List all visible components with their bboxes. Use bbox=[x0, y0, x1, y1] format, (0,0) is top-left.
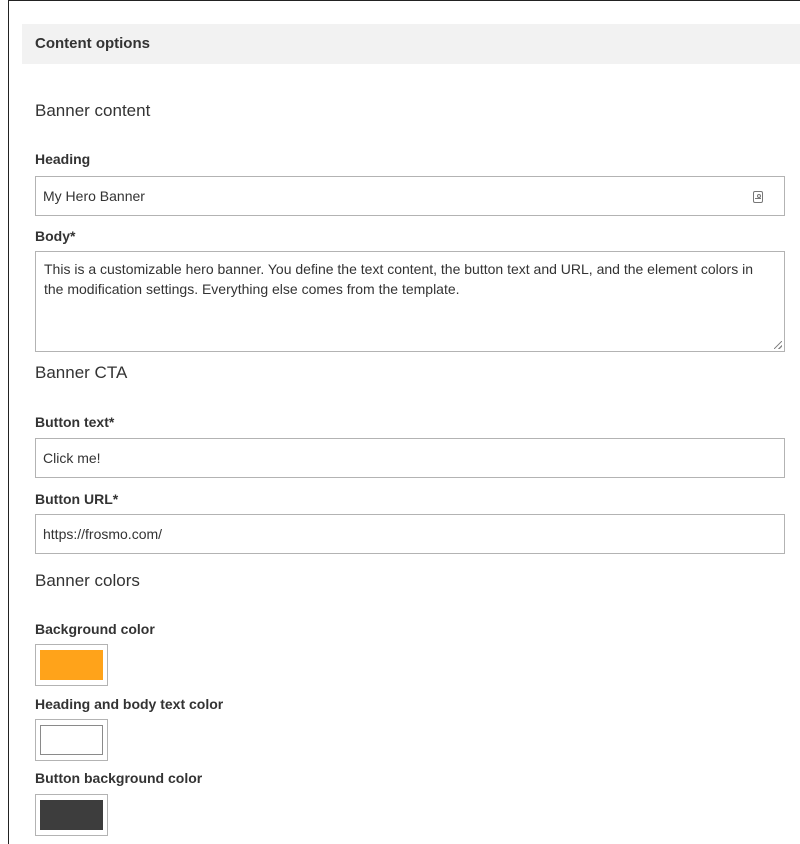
button-background-color-swatch bbox=[40, 800, 103, 830]
content-options-header: Content options bbox=[22, 24, 800, 64]
resize-grip-icon[interactable] bbox=[774, 341, 782, 349]
button-background-color-picker[interactable] bbox=[35, 794, 108, 836]
text-color-swatch bbox=[40, 725, 103, 755]
button-url-input[interactable]: https://frosmo.com/ bbox=[35, 514, 785, 554]
text-color-label: Heading and body text color bbox=[35, 696, 224, 712]
heading-input[interactable]: My Hero Banner bbox=[35, 176, 785, 216]
section-title-banner-colors: Banner colors bbox=[35, 571, 140, 590]
button-url-label: Button URL* bbox=[35, 491, 119, 507]
body-textarea[interactable]: This is a customizable hero banner. You … bbox=[35, 251, 785, 352]
button-text-input[interactable]: Click me! bbox=[35, 438, 785, 478]
body-text: This is a customizable hero banner. You … bbox=[44, 261, 754, 297]
background-color-label: Background color bbox=[35, 621, 155, 637]
section-title-banner-content: Banner content bbox=[35, 101, 151, 120]
button-text-label: Button text* bbox=[35, 414, 115, 430]
section-title-banner-cta: Banner CTA bbox=[35, 363, 128, 382]
background-color-swatch bbox=[40, 650, 103, 680]
text-color-picker[interactable] bbox=[35, 719, 108, 761]
contact-card-icon[interactable] bbox=[753, 191, 763, 203]
background-color-picker[interactable] bbox=[35, 644, 108, 686]
panel-frame bbox=[8, 0, 800, 844]
heading-label: Heading bbox=[35, 151, 91, 167]
button-background-color-label: Button background color bbox=[35, 770, 203, 786]
body-label: Body* bbox=[35, 228, 76, 244]
header-title: Content options bbox=[35, 35, 150, 52]
